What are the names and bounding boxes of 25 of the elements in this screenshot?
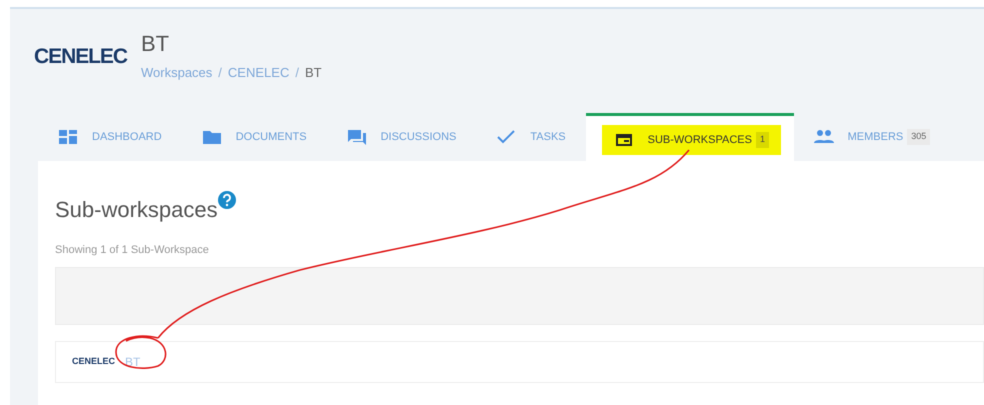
- checkmark-icon: [496, 129, 516, 145]
- workspace-title: BT: [141, 33, 170, 55]
- breadcrumb-separator: /: [295, 64, 299, 82]
- chat-icon: [346, 129, 367, 145]
- tab[interactable]: DISCUSSIONS: [326, 113, 476, 161]
- tab[interactable]: MEMBERS 305: [794, 113, 950, 161]
- count-badge: 1: [756, 132, 769, 148]
- logo: CENELEC: [72, 354, 116, 368]
- page-heading: Sub-workspaces: [55, 196, 218, 224]
- result-summary: Showing 1 of 1 Sub-Workspace: [55, 243, 209, 258]
- help-icon[interactable]: [218, 191, 236, 209]
- dashboard-icon: [58, 129, 78, 145]
- tab[interactable]: DOCUMENTS: [182, 113, 327, 161]
- breadcrumb-separator: /: [218, 64, 222, 82]
- breadcrumb-link[interactable]: CENELEC: [228, 63, 290, 82]
- window-icon: [614, 132, 634, 148]
- breadcrumb-link[interactable]: Workspaces: [141, 63, 212, 82]
- folder-icon: [202, 129, 222, 145]
- tab[interactable]: DASHBOARD: [38, 113, 182, 161]
- count-badge: 305: [907, 129, 930, 145]
- tab[interactable]: SUB-WORKSPACES 1: [586, 113, 794, 161]
- breadcrumb-current: BT: [304, 64, 322, 82]
- people-icon: [814, 129, 834, 145]
- logo: CENELEC: [34, 44, 127, 70]
- tab[interactable]: TASKS: [476, 113, 586, 161]
